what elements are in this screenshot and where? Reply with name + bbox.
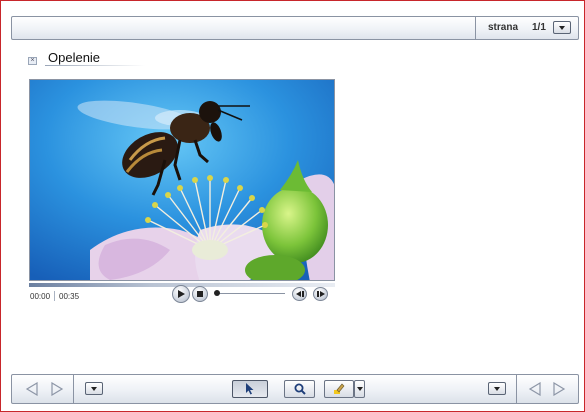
- video-player[interactable]: [29, 79, 335, 281]
- divider: [475, 17, 476, 39]
- divider: [73, 375, 74, 403]
- arrow-left-icon[interactable]: [25, 382, 39, 396]
- seek-track[interactable]: [218, 293, 285, 294]
- right-menu-button[interactable]: [488, 382, 506, 395]
- current-time: 00:00: [30, 292, 51, 301]
- stop-icon: [197, 291, 203, 297]
- title-underline: [45, 65, 145, 66]
- page-number: 1/1: [532, 22, 546, 33]
- arrow-right-icon[interactable]: [50, 382, 64, 396]
- arrow-left-icon[interactable]: [528, 382, 542, 396]
- play-button[interactable]: [172, 285, 190, 303]
- pointer-icon: [246, 383, 254, 395]
- duration-time: 00:35: [59, 292, 80, 301]
- section-title: Opelenie: [48, 50, 101, 65]
- arrow-right-icon[interactable]: [552, 382, 566, 396]
- step-back-icon: [295, 291, 304, 297]
- highlighter-options-button[interactable]: [354, 380, 365, 398]
- time-divider: [54, 291, 55, 301]
- divider: [516, 375, 517, 403]
- rewind-button[interactable]: [292, 287, 307, 301]
- chevron-down-icon: [356, 387, 363, 391]
- chevron-down-icon: [91, 386, 97, 391]
- seek-handle[interactable]: [214, 290, 220, 296]
- highlighter-tool-button[interactable]: [324, 380, 354, 398]
- bottom-toolbar: [11, 374, 579, 404]
- pointer-tool-button[interactable]: [232, 380, 268, 398]
- zoom-tool-button[interactable]: [284, 380, 315, 398]
- highlighter-icon: [334, 383, 345, 394]
- chevron-down-icon: [559, 25, 565, 30]
- page-select-button[interactable]: [553, 21, 571, 34]
- chevron-down-icon: [494, 386, 500, 391]
- left-menu-button[interactable]: [85, 382, 103, 395]
- forward-button[interactable]: [313, 287, 328, 301]
- page-label: strana: [488, 22, 519, 33]
- app-frame: strana 1/1 × Opelenie 00:00 00:35: [0, 0, 585, 412]
- step-forward-icon: [316, 291, 325, 297]
- top-toolbar: strana 1/1: [11, 16, 579, 40]
- video-frame-image: [30, 80, 334, 280]
- zoom-icon: [294, 383, 306, 395]
- play-icon: [178, 290, 185, 298]
- stop-button[interactable]: [192, 286, 208, 302]
- close-icon[interactable]: ×: [28, 57, 37, 65]
